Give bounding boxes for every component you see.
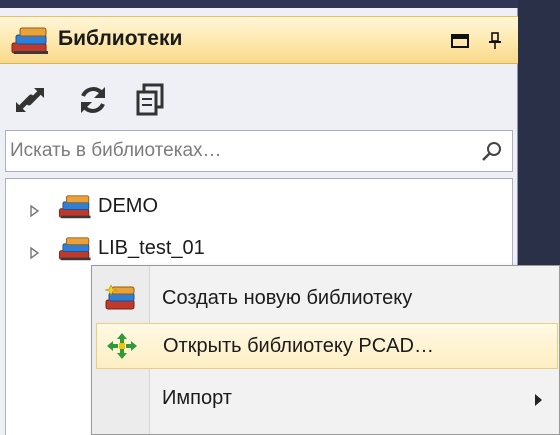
expand-arrow-icon[interactable]: [30, 202, 40, 218]
library-stack-icon: [56, 193, 94, 221]
library-stack-icon: [56, 235, 94, 263]
pin-button[interactable]: [481, 27, 509, 55]
menu-item-label: Импорт: [162, 387, 232, 409]
library-search-input[interactable]: [6, 131, 466, 171]
open-pcad-icon: [105, 332, 139, 360]
menu-item-create-library[interactable]: Создать новую библиотеку: [96, 276, 558, 322]
refresh-icon: [81, 87, 105, 113]
restore-window-button[interactable]: [446, 27, 474, 55]
swap-button[interactable]: [10, 80, 50, 120]
pin-icon: [489, 32, 501, 49]
tree-item-label: LIB_test_01: [98, 237, 205, 259]
menu-item-label: Создать новую библиотеку: [162, 287, 413, 309]
tree-item-demo[interactable]: DEMO: [6, 191, 512, 225]
context-menu: Создать новую библиотеку Открыть библиот…: [91, 265, 560, 435]
tree-item-label: DEMO: [98, 195, 158, 217]
library-search-box: [5, 130, 513, 172]
library-stack-icon: [8, 25, 52, 57]
menu-item-open-pcad-library[interactable]: Открыть библиотеку PCAD…: [96, 323, 558, 369]
menu-item-import[interactable]: Импорт: [96, 376, 558, 422]
copy-button[interactable]: [130, 80, 170, 120]
window-frame-top: [0, 0, 518, 8]
tree-item-lib-test-01[interactable]: LIB_test_01: [6, 233, 512, 267]
submenu-arrow-icon: [534, 392, 544, 406]
restore-window-icon: [451, 34, 469, 48]
panel-toolbar: [0, 74, 518, 124]
panel-title: Библиотеки: [58, 27, 183, 50]
expand-arrow-icon[interactable]: [30, 244, 40, 260]
new-library-icon: [104, 284, 138, 312]
copy-pages-icon: [136, 83, 164, 116]
panel-header: Библиотеки: [0, 16, 518, 64]
menu-item-label: Открыть библиотеку PCAD…: [163, 335, 434, 357]
search-icon[interactable]: [480, 139, 504, 163]
refresh-button[interactable]: [73, 80, 113, 120]
swap-arrows-icon: [16, 88, 44, 112]
